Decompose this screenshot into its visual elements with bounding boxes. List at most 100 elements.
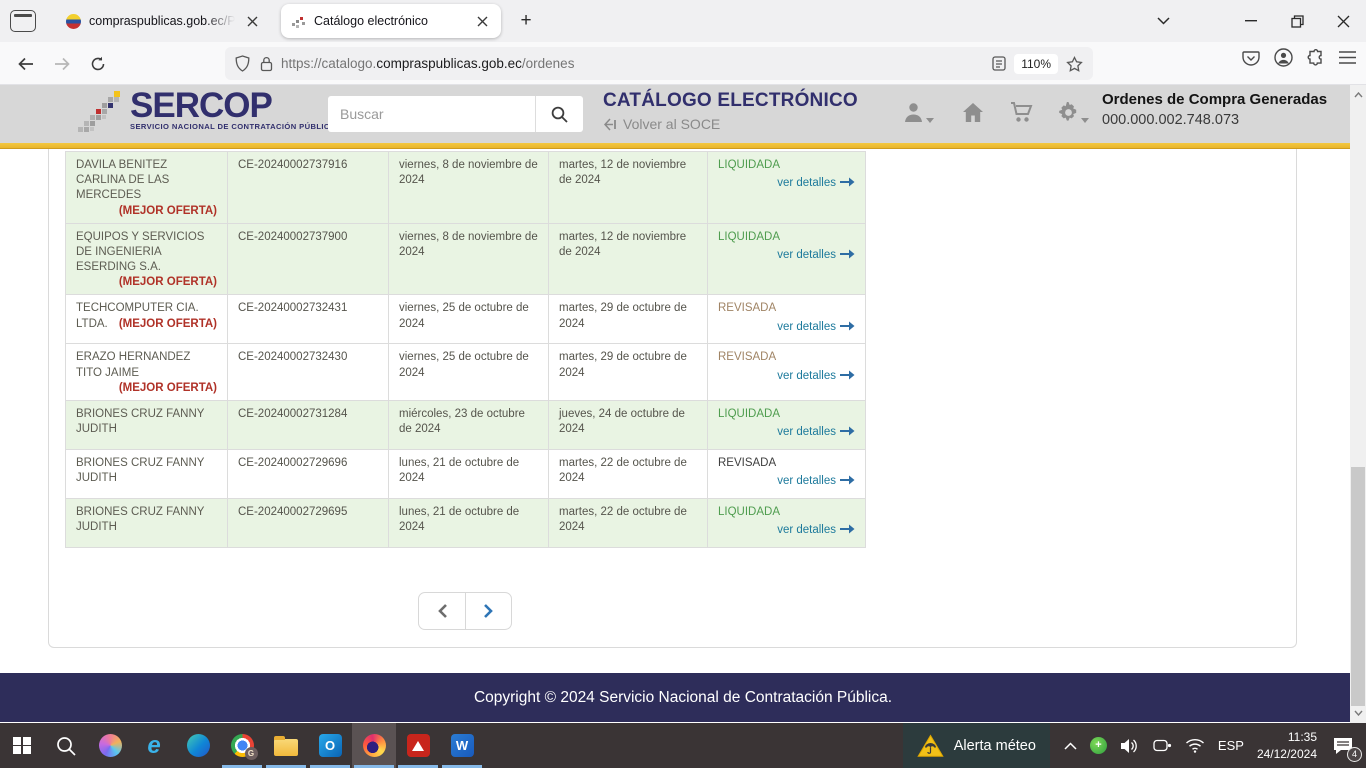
browser-toolbar: https://catalogo.compraspublicas.gob.ec/… bbox=[0, 42, 1366, 85]
ver-detalles-label: ver detalles bbox=[777, 426, 836, 438]
orders-table: DAVILA BENITEZ CARLINA DE LAS MERCEDES (… bbox=[65, 151, 866, 548]
url-bar[interactable]: https://catalogo.compraspublicas.gob.ec/… bbox=[225, 47, 1093, 80]
pagination-prev-button[interactable] bbox=[419, 593, 465, 629]
start-button[interactable] bbox=[0, 723, 44, 768]
taskbar-copilot-button[interactable] bbox=[88, 723, 132, 768]
taskbar-acrobat-button[interactable] bbox=[396, 723, 440, 768]
taskbar-edge-button[interactable] bbox=[176, 723, 220, 768]
extensions-puzzle-icon[interactable] bbox=[1307, 49, 1325, 67]
search-input[interactable] bbox=[328, 96, 535, 132]
status-cell: LIQUIDADAver detalles bbox=[708, 152, 866, 224]
catalog-title: CATÁLOGO ELECTRÓNICO bbox=[603, 90, 858, 112]
search-button[interactable] bbox=[535, 96, 583, 132]
date-cell: lunes, 21 de octubre de 2024 bbox=[389, 449, 549, 498]
acrobat-icon bbox=[407, 734, 430, 757]
reload-button[interactable] bbox=[82, 48, 113, 79]
supplier-cell: ERAZO HERNANDEZ TITO JAIME (MEJOR OFERTA… bbox=[66, 344, 228, 401]
meet-now-icon[interactable] bbox=[1153, 738, 1172, 753]
order-code-cell: CE-20240002732430 bbox=[228, 344, 389, 401]
date-cell: viernes, 25 de octubre de 2024 bbox=[389, 344, 549, 401]
chevron-left-icon bbox=[438, 604, 447, 618]
order-code-cell: CE-20240002729696 bbox=[228, 449, 389, 498]
taskbar-outlook-button[interactable]: O bbox=[308, 723, 352, 768]
taskbar-firefox-button[interactable] bbox=[352, 723, 396, 768]
tray-expand-icon[interactable] bbox=[1064, 742, 1077, 750]
ver-detalles-label: ver detalles bbox=[777, 249, 836, 261]
date-cell: jueves, 24 de octubre de 2024 bbox=[549, 400, 708, 449]
notification-center-button[interactable]: 4 bbox=[1330, 737, 1356, 755]
date-cell: martes, 29 de octubre de 2024 bbox=[549, 295, 708, 344]
scrollbar-thumb[interactable] bbox=[1351, 467, 1365, 706]
pagination-next-button[interactable] bbox=[465, 593, 511, 629]
ver-detalles-link[interactable]: ver detalles bbox=[718, 248, 855, 263]
new-tab-button[interactable]: + bbox=[513, 8, 539, 34]
weather-widget[interactable]: Alerta méteo bbox=[903, 723, 1050, 768]
copilot-icon bbox=[99, 734, 122, 757]
ver-detalles-link[interactable]: ver detalles bbox=[718, 474, 855, 489]
lock-icon[interactable] bbox=[260, 56, 273, 72]
status-cell: LIQUIDADA ver detalles bbox=[708, 223, 866, 295]
date-cell: miércoles, 23 de octubre de 2024 bbox=[389, 400, 549, 449]
url-text[interactable]: https://catalogo.compraspublicas.gob.ec/… bbox=[281, 56, 992, 71]
tray-app-icon[interactable]: + bbox=[1090, 737, 1107, 754]
volver-soce-link[interactable]: Volver al SOCE bbox=[603, 116, 720, 132]
window-restore-button[interactable] bbox=[1274, 0, 1320, 42]
window-close-button[interactable] bbox=[1320, 0, 1366, 42]
arrow-right-icon bbox=[840, 321, 855, 331]
account-icon[interactable] bbox=[1274, 48, 1293, 67]
tab-list-chevron-icon[interactable] bbox=[1148, 0, 1178, 42]
taskbar-clock[interactable]: 11:35 24/12/2024 bbox=[1257, 729, 1317, 761]
home-icon bbox=[962, 102, 984, 123]
scroll-up-icon[interactable] bbox=[1350, 87, 1366, 103]
taskbar-explorer-button[interactable] bbox=[264, 723, 308, 768]
tab1-close-icon[interactable] bbox=[243, 12, 261, 30]
arrow-right-icon bbox=[840, 249, 855, 259]
scroll-down-icon[interactable] bbox=[1350, 705, 1366, 721]
settings-menu-button[interactable] bbox=[1058, 102, 1089, 123]
tracking-shield-icon[interactable] bbox=[235, 55, 250, 72]
ver-detalles-link[interactable]: ver detalles bbox=[718, 369, 855, 384]
firefox-view-icon[interactable] bbox=[10, 10, 36, 32]
ver-detalles-link[interactable]: ver detalles bbox=[718, 523, 855, 538]
page-scrollbar[interactable] bbox=[1350, 85, 1366, 723]
status-cell: REVISADAver detalles bbox=[708, 449, 866, 498]
wifi-icon[interactable] bbox=[1185, 738, 1205, 753]
status-badge: LIQUIDADA bbox=[718, 505, 855, 520]
menu-hamburger-icon[interactable] bbox=[1339, 51, 1356, 64]
orders-counter: Ordenes de Compra Generadas 000.000.002.… bbox=[1102, 91, 1327, 128]
taskbar-search-button[interactable] bbox=[44, 723, 88, 768]
cart-button[interactable] bbox=[1010, 102, 1033, 123]
tab2-close-icon[interactable] bbox=[473, 12, 491, 30]
zoom-level-indicator[interactable]: 110% bbox=[1014, 54, 1058, 74]
bookmark-star-icon[interactable] bbox=[1066, 56, 1083, 72]
firefox-icon bbox=[363, 734, 386, 757]
reader-view-icon[interactable] bbox=[992, 56, 1006, 71]
taskbar-chrome-button[interactable]: G bbox=[220, 723, 264, 768]
window-minimize-button[interactable] bbox=[1228, 0, 1274, 42]
volume-icon[interactable] bbox=[1120, 738, 1140, 754]
ver-detalles-link[interactable]: ver detalles bbox=[718, 320, 855, 335]
language-indicator[interactable]: ESP bbox=[1218, 738, 1244, 753]
home-button[interactable] bbox=[962, 102, 984, 123]
tab2-favicon bbox=[291, 14, 306, 29]
browser-tab-2-active[interactable]: Catálogo electrónico bbox=[281, 4, 501, 38]
logo-title: SERCOP bbox=[130, 88, 336, 124]
date-cell: viernes, 8 de noviembre de 2024 bbox=[389, 223, 549, 295]
forward-button[interactable] bbox=[46, 48, 77, 79]
user-menu-button[interactable] bbox=[903, 102, 934, 123]
volver-icon bbox=[603, 118, 618, 131]
taskbar-word-button[interactable]: W bbox=[440, 723, 484, 768]
supplier-cell: BRIONES CRUZ FANNY JUDITH bbox=[66, 498, 228, 547]
ver-detalles-link[interactable]: ver detalles bbox=[718, 176, 855, 191]
ver-detalles-link[interactable]: ver detalles bbox=[718, 425, 855, 440]
status-badge: LIQUIDADA bbox=[718, 230, 855, 245]
back-button[interactable] bbox=[10, 48, 41, 79]
taskbar-ie-button[interactable]: e bbox=[132, 723, 176, 768]
clock-date: 24/12/2024 bbox=[1257, 746, 1317, 762]
search-box bbox=[328, 96, 583, 132]
pocket-icon[interactable] bbox=[1242, 50, 1260, 66]
date-cell: martes, 12 de noviembre de 2024 bbox=[549, 152, 708, 224]
table-row: BRIONES CRUZ FANNY JUDITHCE-202400027312… bbox=[66, 400, 866, 449]
arrow-right-icon bbox=[840, 426, 855, 436]
browser-tab-1[interactable]: compraspublicas.gob.ec/Proce bbox=[56, 4, 271, 38]
